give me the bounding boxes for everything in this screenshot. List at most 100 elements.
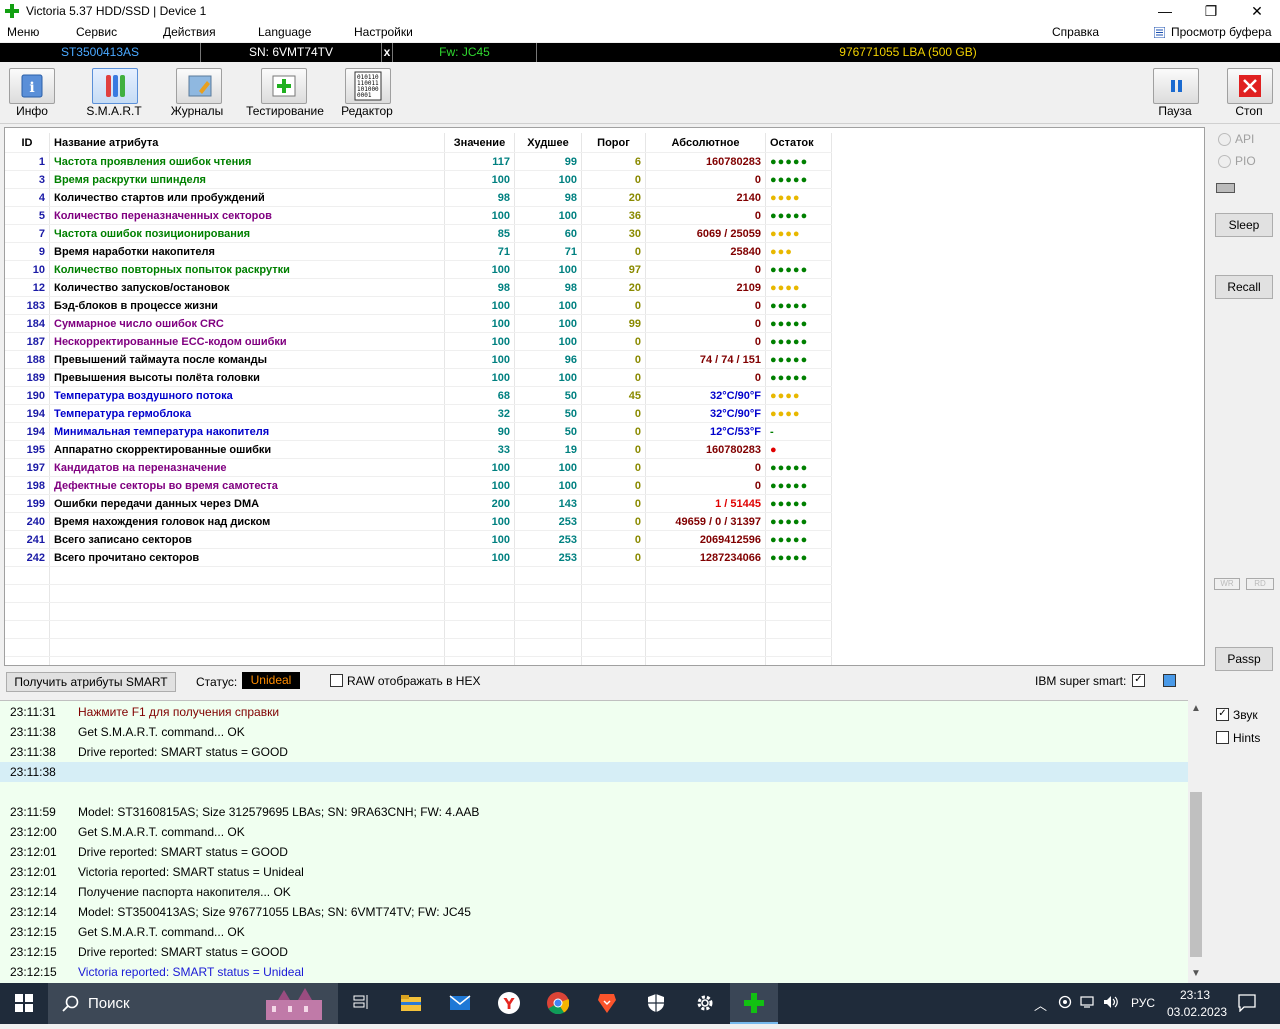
scroll-down-icon[interactable]: ▼ <box>1191 968 1201 979</box>
col-header-name[interactable]: Название атрибута <box>49 133 445 153</box>
windows-security-icon[interactable] <box>632 983 680 1024</box>
log-line: 23:11:31 Нажмите F1 для получения справки <box>0 702 1188 722</box>
table-row[interactable]: 194 Температура гермоблока 32 50 0 32°C/90°F ●… <box>5 404 832 423</box>
table-row[interactable]: 189 Превышения высоты полёта головки 100 10… <box>5 368 832 387</box>
menu-item-language[interactable]: Language <box>258 25 311 39</box>
table-row[interactable]: 10 Количество повторных попыток раскрутки… <box>5 260 832 279</box>
testing-button[interactable] <box>261 68 307 104</box>
sound-checkbox[interactable]: ✓ <box>1216 708 1229 721</box>
table-row[interactable]: 183 Бэд-блоков в процессе жизни 100 100 0 0 ●●… <box>5 296 832 315</box>
cell-remain: ●●●●● <box>765 368 832 387</box>
cell-id: 241 <box>5 530 50 549</box>
col-header-threshold[interactable]: Порог <box>581 133 646 153</box>
pause-button[interactable] <box>1153 68 1199 104</box>
menu-item-service[interactable]: Сервис <box>76 25 117 39</box>
chrome-icon[interactable] <box>534 983 582 1024</box>
empty-cell <box>765 656 832 665</box>
volume-icon[interactable] <box>1103 995 1119 1012</box>
taskbar-search-box[interactable]: Поиск <box>48 983 338 1024</box>
pio-radio[interactable] <box>1218 155 1231 168</box>
cell-value: 100 <box>444 476 515 495</box>
camera-icon[interactable] <box>1058 995 1072 1012</box>
task-view-icon[interactable] <box>338 983 386 1024</box>
event-log[interactable]: 23:11:31 Нажмите F1 для получения справки… <box>0 700 1204 984</box>
table-row[interactable]: 187 Нескорректированные ECC-кодом ошибки 1… <box>5 332 832 351</box>
table-row[interactable]: 240 Время нахождения головок над диском 10… <box>5 512 832 531</box>
notifications-icon[interactable] <box>1238 994 1256 1015</box>
table-row[interactable]: 3 Время раскрутки шпинделя 100 100 0 0 ●●●●● <box>5 170 832 189</box>
table-row[interactable]: 190 Температура воздушного потока 68 50 45 32… <box>5 386 832 405</box>
victoria-taskbar-icon[interactable] <box>730 983 778 1024</box>
passp-button[interactable]: Passp <box>1215 647 1273 671</box>
drive-model[interactable]: ST3500413AS <box>0 43 201 62</box>
stop-button[interactable] <box>1227 68 1273 104</box>
maximize-button[interactable]: ❐ <box>1188 0 1234 22</box>
cell-value: 100 <box>444 296 515 315</box>
network-icon[interactable] <box>1080 995 1094 1012</box>
get-smart-button[interactable]: Получить атрибуты SMART <box>6 672 176 692</box>
buffer-view-button[interactable]: Просмотр буфера <box>1171 25 1272 39</box>
table-row[interactable]: 199 Ошибки передачи данных через DMA 200 14… <box>5 494 832 513</box>
clock-date[interactable]: 03.02.2023 <box>1167 1005 1227 1019</box>
cell-value: 100 <box>444 458 515 477</box>
table-row[interactable]: 12 Количество запусков/остановок 98 98 20 210… <box>5 278 832 297</box>
col-header-remain[interactable]: Остаток <box>765 133 832 153</box>
col-header-id[interactable]: ID <box>5 133 50 153</box>
close-drive-button[interactable]: x <box>382 43 393 62</box>
recall-button[interactable]: Recall <box>1215 275 1273 299</box>
menu-item-menu[interactable]: Меню <box>7 25 39 39</box>
yandex-browser-icon[interactable]: Y <box>485 983 533 1024</box>
smart-attributes-table[interactable]: ID Название атрибута Значение Худшее Пор… <box>4 127 1205 666</box>
table-row[interactable]: 198 Дефектные секторы во время самотеста 1… <box>5 476 832 495</box>
table-row[interactable]: 1 Частота проявления ошибок чтения 117 99 6 1… <box>5 152 832 171</box>
table-row[interactable]: 242 Всего прочитано секторов 100 253 0 128723… <box>5 548 832 567</box>
scroll-thumb[interactable] <box>1190 792 1202 957</box>
scroll-up-icon[interactable]: ▲ <box>1191 703 1201 714</box>
logs-button[interactable] <box>176 68 222 104</box>
editor-button[interactable]: 010110 110011 101000 0001 <box>345 68 391 104</box>
color-indicator[interactable] <box>1163 674 1176 687</box>
menu-item-help[interactable]: Справка <box>1052 25 1099 39</box>
table-row[interactable]: 7 Частота ошибок позиционирования 85 60 30 60… <box>5 224 832 243</box>
cell-worst: 19 <box>514 440 582 459</box>
cell-id: 3 <box>5 170 50 189</box>
close-window-button[interactable]: ✕ <box>1234 0 1280 22</box>
api-radio[interactable] <box>1218 133 1231 146</box>
menu-item-actions[interactable]: Действия <box>163 25 216 39</box>
hints-checkbox[interactable] <box>1216 731 1229 744</box>
cell-id: 199 <box>5 494 50 513</box>
col-header-value[interactable]: Значение <box>444 133 515 153</box>
table-row[interactable]: 195 Аппаратно скорректированные ошибки 33 1… <box>5 440 832 459</box>
info-button[interactable]: i <box>9 68 55 104</box>
drive-firmware: Fw: JC45 <box>393 43 537 62</box>
cell-remain: ●●●●● <box>765 170 832 189</box>
menu-item-settings[interactable]: Настройки <box>354 25 413 39</box>
settings-gear-icon[interactable] <box>681 983 729 1024</box>
smart-button[interactable] <box>92 68 138 104</box>
table-row[interactable]: 197 Кандидатов на переназначение 100 100 0 0 ●… <box>5 458 832 477</box>
ibm-super-smart-label: IBM super smart: <box>1035 674 1127 688</box>
table-row[interactable]: 194 Минимальная температура накопителя 90 5… <box>5 422 832 441</box>
sleep-button[interactable]: Sleep <box>1215 213 1273 237</box>
table-row[interactable]: 188 Превышений таймаута после команды 100 9… <box>5 350 832 369</box>
table-row[interactable]: 4 Количество стартов или пробуждений 98 98 2… <box>5 188 832 207</box>
windows-start-icon[interactable] <box>0 983 48 1024</box>
input-language[interactable]: РУС <box>1131 996 1155 1010</box>
tray-chevron-icon[interactable]: ︿ <box>1034 995 1047 1014</box>
mail-icon[interactable] <box>436 983 484 1024</box>
table-row[interactable]: 184 Суммарное число ошибок CRC 100 100 99 0 ●●… <box>5 314 832 333</box>
table-row[interactable]: 241 Всего записано секторов 100 253 0 2069412… <box>5 530 832 549</box>
raw-hex-checkbox[interactable] <box>330 674 343 687</box>
table-row[interactable]: 5 Количество переназначенных секторов 100 1… <box>5 206 832 225</box>
minimize-button[interactable]: — <box>1142 0 1188 22</box>
log-message: Get S.M.A.R.T. command... OK <box>78 925 245 939</box>
table-row[interactable]: 9 Время наработки накопителя 71 71 0 25840 ●●● <box>5 242 832 261</box>
col-header-raw[interactable]: Абсолютное <box>645 133 766 153</box>
col-header-worst[interactable]: Худшее <box>514 133 582 153</box>
file-explorer-icon[interactable] <box>387 983 435 1024</box>
ibm-super-smart-checkbox[interactable]: ✓ <box>1132 674 1145 687</box>
log-line: 23:12:00 Get S.M.A.R.T. command... OK <box>0 822 1188 842</box>
brave-browser-icon[interactable] <box>583 983 631 1024</box>
clock-time[interactable]: 23:13 <box>1180 988 1210 1002</box>
log-scrollbar[interactable]: ▲ ▼ <box>1188 700 1204 983</box>
